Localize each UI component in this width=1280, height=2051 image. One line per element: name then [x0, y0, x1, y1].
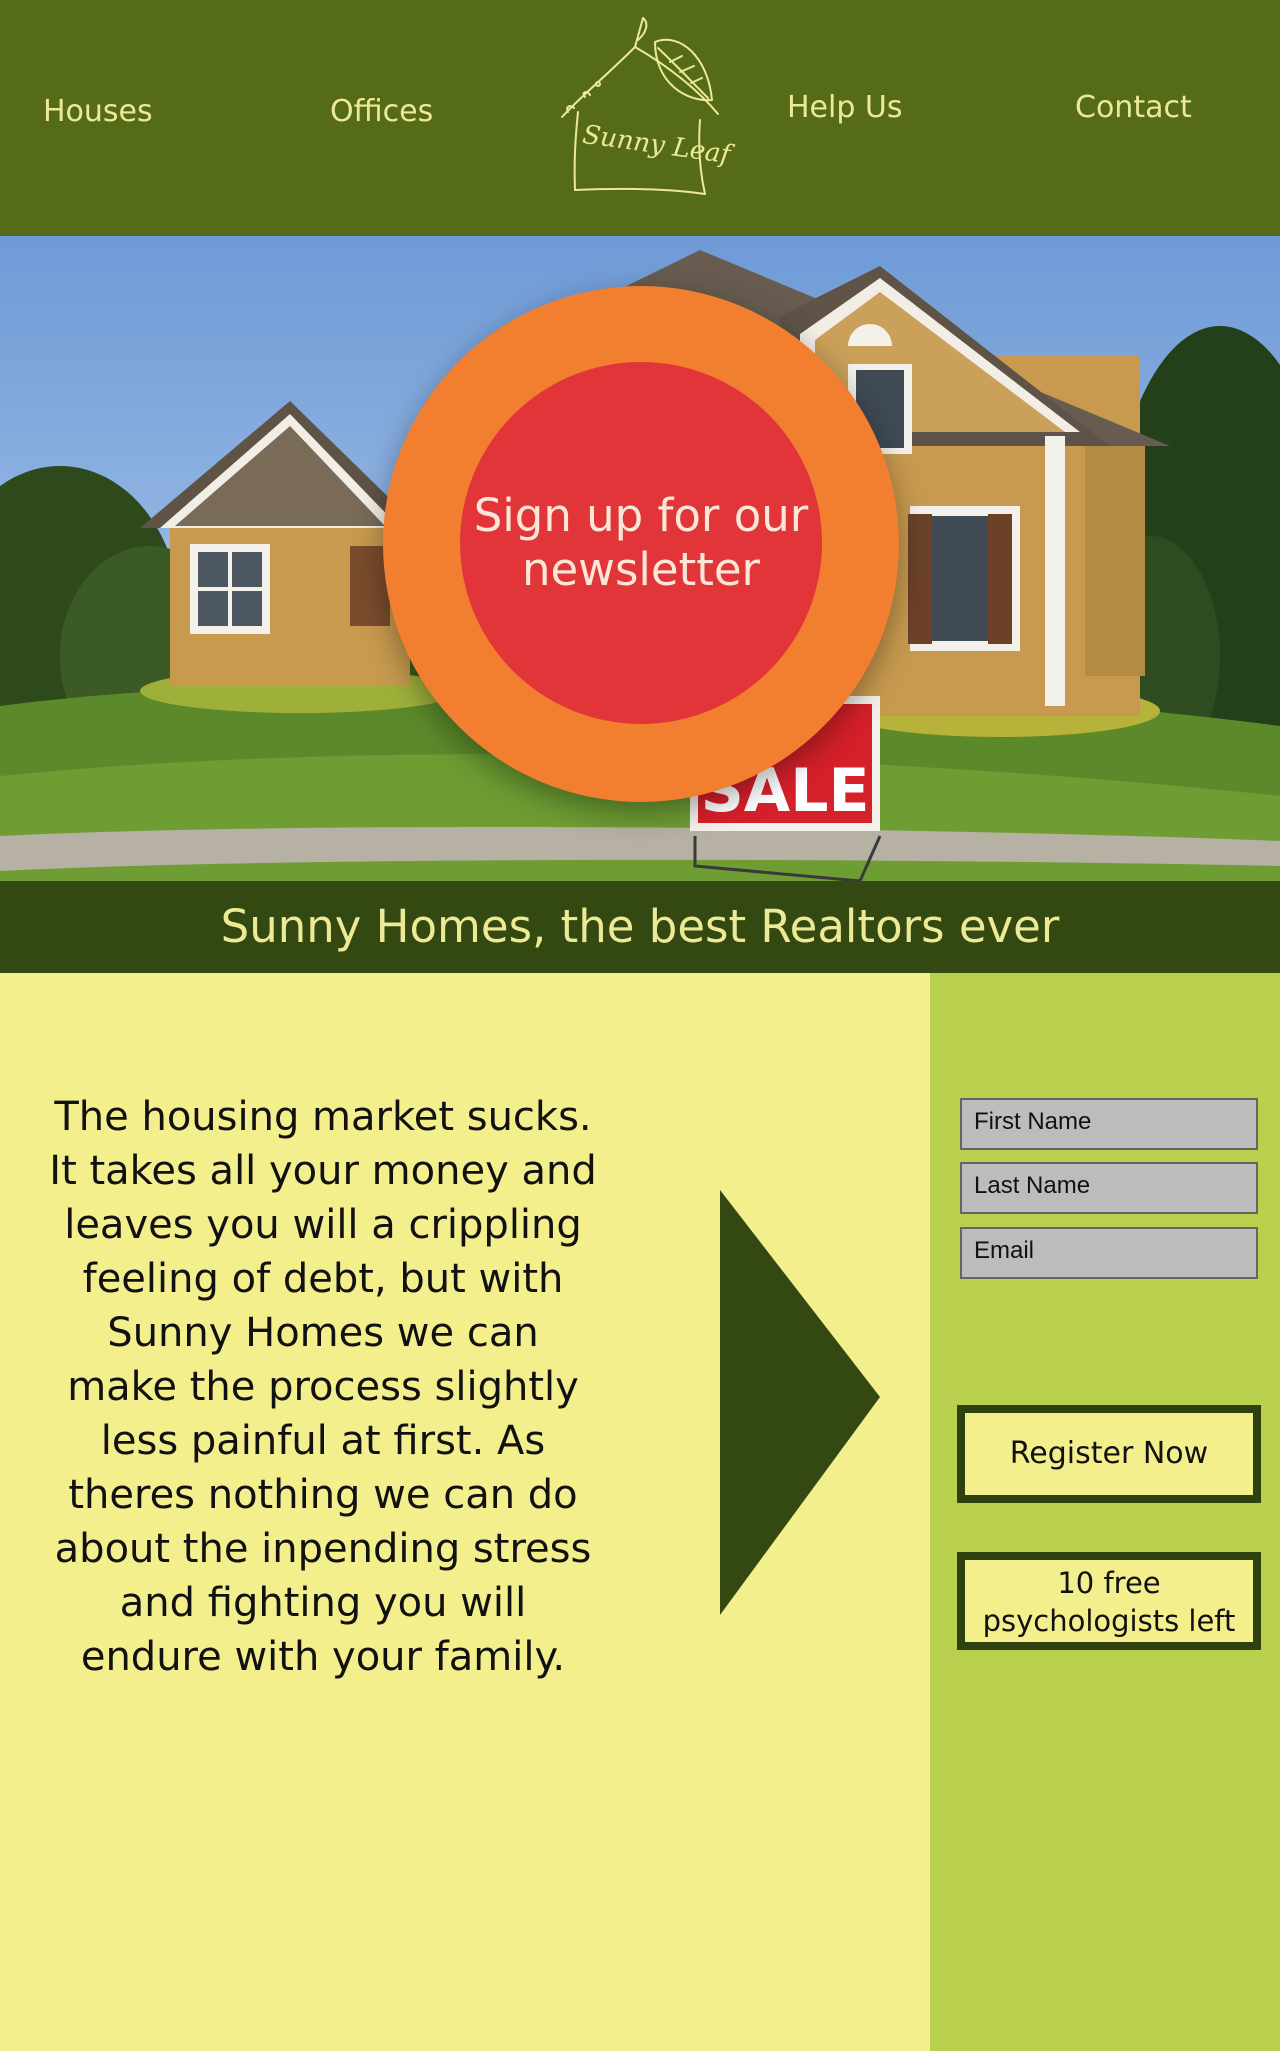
- tagline-bar: Sunny Homes, the best Realtors ever: [0, 881, 1280, 973]
- first-name-field[interactable]: First Name: [960, 1098, 1258, 1150]
- nav-help-link[interactable]: Help Us: [787, 90, 903, 125]
- nav-houses-link[interactable]: Houses: [43, 94, 153, 129]
- tagline-text: Sunny Homes, the best Realtors ever: [220, 900, 1060, 953]
- house-leaf-icon: [561, 17, 719, 195]
- intro-paragraph: The housing market sucks. It takes all y…: [49, 1094, 597, 1680]
- newsletter-label: Sign up for our newsletter: [473, 489, 809, 596]
- last-name-field[interactable]: Last Name: [960, 1162, 1258, 1214]
- newsletter-signup-button[interactable]: Sign up for our newsletter: [460, 362, 822, 724]
- nav-contact-link[interactable]: Contact: [1075, 90, 1192, 125]
- sunny-leaf-logo[interactable]: Sunny Leaf: [550, 12, 732, 202]
- house-left-wing: [140, 401, 420, 686]
- header: Houses Offices Sunny Leaf Help Us Contac…: [0, 0, 1280, 236]
- nav-offices-link[interactable]: Offices: [330, 94, 433, 129]
- free-psychologists-button[interactable]: 10 free psychologists left: [957, 1552, 1261, 1650]
- email-field[interactable]: Email: [960, 1227, 1258, 1279]
- register-now-button[interactable]: Register Now: [957, 1405, 1261, 1503]
- play-arrow-icon: [720, 1190, 880, 1615]
